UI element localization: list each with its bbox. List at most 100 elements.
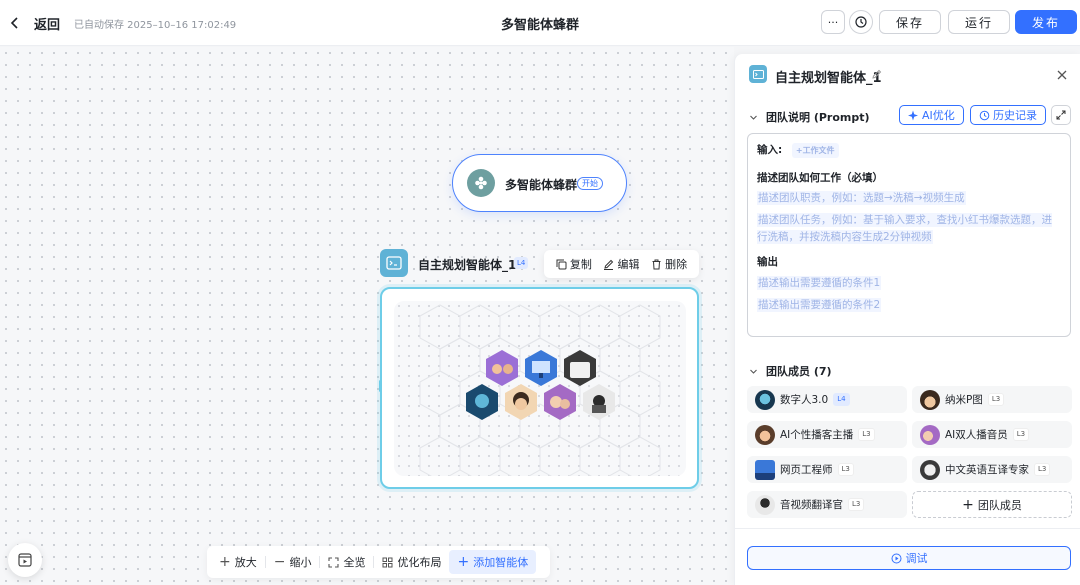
optimize-layout-button[interactable]: 优化布局 [374, 550, 449, 574]
delete-label: 删除 [665, 258, 688, 271]
member-level-badge: L3 [1034, 463, 1051, 476]
debug-button[interactable]: 调试 [747, 546, 1071, 570]
fit-view-button[interactable]: 全览 [320, 550, 373, 574]
history-icon [979, 110, 990, 120]
member-item[interactable]: AI个性播客主播 L3 [747, 421, 907, 448]
avatar [920, 389, 940, 410]
start-node[interactable]: 多智能体蜂群 开始 [452, 154, 627, 212]
top-bar: 返回 已自动保存 2025–10–16 17:02:49 多智能体蜂群 ··· … [0, 0, 1080, 46]
team-desc-header[interactable]: 团队说明 (Prompt) [749, 109, 870, 125]
member-item[interactable]: 音视频翻译官 L3 [747, 491, 907, 518]
team-agent-node[interactable] [380, 287, 699, 489]
expand-icon [1056, 110, 1066, 120]
member-level-badge: L3 [848, 498, 865, 511]
minus-icon: − [273, 554, 286, 570]
sparkle-icon [908, 110, 918, 120]
member-avatar-podcast [486, 350, 518, 386]
team-desc-title: 团队说明 (Prompt) [766, 111, 870, 124]
copy-button[interactable]: 复制 [556, 256, 592, 272]
history-icon [855, 16, 867, 28]
optimize-layout-label: 优化布局 [397, 556, 442, 569]
add-agent-button[interactable]: + 添加智能体 [449, 550, 537, 574]
agent-terminal-icon [380, 249, 408, 277]
input-label: 输入: [757, 144, 783, 156]
plus-icon: + [962, 496, 974, 513]
run-button[interactable]: 运行 [948, 10, 1010, 34]
copy-icon [556, 259, 567, 269]
delete-button[interactable]: 删除 [651, 256, 687, 272]
edit-icon [604, 259, 614, 270]
member-item[interactable]: 中文英语互译专家 L3 [912, 456, 1072, 483]
play-panel-icon [18, 553, 32, 567]
ai-optimize-label: AI优化 [922, 109, 955, 122]
member-level-badge: L3 [837, 463, 854, 476]
avatar [755, 494, 775, 515]
agent-node-name: 自主规划智能体_1 [418, 258, 517, 272]
fit-icon [328, 556, 340, 568]
node-toolbar: 复制 编辑 删除 [544, 250, 699, 278]
preview-button[interactable] [8, 543, 42, 577]
back-button[interactable]: 返回 [34, 14, 60, 33]
history-button[interactable] [849, 10, 873, 34]
placeholder-output-2: 描述输出需要遵循的条件2 [757, 298, 882, 312]
plus-icon: + [219, 554, 231, 570]
add-member-label: 团队成员 [977, 498, 1022, 512]
add-member-button[interactable]: + 团队成员 [912, 491, 1072, 518]
member-name: 数字人3.0 [780, 394, 829, 406]
swarm-icon [467, 169, 495, 197]
autosave-status: 已自动保存 2025–10–16 17:02:49 [74, 20, 237, 31]
close-icon[interactable] [1055, 68, 1069, 82]
copy-label: 复制 [569, 258, 592, 271]
ai-optimize-button[interactable]: AI优化 [899, 105, 964, 125]
save-button[interactable]: 保存 [879, 10, 941, 34]
avatar [920, 424, 940, 445]
member-level-badge: L3 [987, 393, 1005, 406]
team-members-header[interactable]: 团队成员 (7) [749, 363, 832, 379]
member-name: 中文英语互译专家 [945, 464, 1029, 476]
history-records-button[interactable]: 历史记录 [970, 105, 1046, 125]
placeholder-output-1: 描述输出需要遵循的条件1 [757, 276, 882, 290]
edit-button[interactable]: 编辑 [603, 256, 639, 272]
zoom-in-button[interactable]: + 放大 [211, 550, 265, 574]
panel-title: 自主规划智能体_1 [775, 71, 882, 86]
grid-icon [382, 557, 393, 567]
zoom-out-label: 缩小 [289, 556, 312, 569]
member-item[interactable]: 数字人3.0 L4 [747, 386, 907, 413]
member-item[interactable]: 网页工程师 L3 [747, 456, 907, 483]
fit-view-label: 全览 [343, 556, 366, 569]
history-records-label: 历史记录 [993, 109, 1037, 122]
placeholder-task: 描述团队任务，例如：基于输入要求，查找小红书爆款选题，进行洗稿，并按洗稿内容生成… [757, 213, 1052, 244]
zoom-out-button[interactable]: − 缩小 [266, 550, 320, 574]
edit-label: 编辑 [617, 258, 640, 271]
start-node-tag: 开始 [577, 177, 603, 190]
play-circle-icon [891, 553, 901, 563]
more-button[interactable]: ··· [821, 10, 845, 34]
start-node-label: 多智能体蜂群 [505, 178, 578, 192]
add-work-file-chip[interactable]: +工作文件 [791, 143, 839, 158]
canvas-toolbar: + 放大 − 缩小 全览 优化布局 + 添加智能体 [207, 546, 550, 578]
work-heading: 描述团队如何工作（必填） [757, 172, 883, 184]
debug-label: 调试 [905, 552, 928, 565]
publish-button[interactable]: 发布 [1015, 10, 1077, 34]
placeholder-duty: 描述团队职责，例如：选题→洗稿→视频生成 [757, 191, 966, 205]
member-name: AI双人播音员 [945, 429, 1008, 441]
output-heading: 输出 [757, 256, 778, 268]
member-name: 纳米P图 [945, 394, 983, 406]
agent-level-badge: L4 [514, 257, 529, 269]
member-item[interactable]: AI双人播音员 L3 [912, 421, 1072, 448]
avatar [755, 424, 775, 445]
more-icon: ··· [827, 15, 839, 29]
expand-editor-button[interactable] [1051, 105, 1071, 125]
page-title: 多智能体蜂群 [500, 18, 579, 33]
member-level-badge: L3 [1012, 428, 1030, 441]
team-hex-grid [394, 301, 686, 476]
agent-config-panel: 自主规划智能体_1 团队说明 (Prompt) AI优化 历史记录 输入: +工… [734, 54, 1080, 585]
member-item[interactable]: 纳米P图 L3 [912, 386, 1072, 413]
prompt-editor[interactable]: 输入: +工作文件 描述团队如何工作（必填） 描述团队职责，例如：选题→洗稿→视… [747, 133, 1071, 337]
add-agent-label: 添加智能体 [473, 556, 529, 569]
member-level-badge: L4 [833, 393, 850, 406]
back-chevron-icon[interactable] [8, 14, 22, 32]
rename-pencil-icon[interactable] [871, 69, 882, 80]
avatar [755, 459, 775, 480]
chevron-down-icon [750, 369, 757, 374]
